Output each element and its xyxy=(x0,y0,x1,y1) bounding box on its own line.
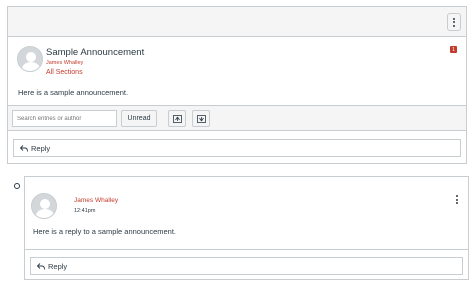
topic-header: Sample Announcement James Whalley All Se… xyxy=(8,37,466,105)
topic-toolbar xyxy=(8,7,466,37)
user-icon xyxy=(32,194,56,218)
entry-author-link[interactable]: James Whalley xyxy=(74,197,118,204)
collapse-threads-button[interactable] xyxy=(192,110,210,127)
entry-options-kebab-icon[interactable] xyxy=(456,195,458,204)
entry-avatar[interactable] xyxy=(31,193,57,219)
author-link[interactable]: James Whalley xyxy=(46,60,83,66)
expand-threads-button[interactable] xyxy=(168,110,186,127)
user-icon xyxy=(18,47,42,71)
page-title: Sample Announcement xyxy=(46,47,145,58)
topic-reply-button[interactable]: Reply xyxy=(13,139,461,157)
reply-label: Reply xyxy=(31,143,51,153)
thread-indicator-icon xyxy=(14,183,20,189)
entry-timestamp: 12:41pm xyxy=(74,208,96,214)
discussion-entry: James Whalley 12:41pm Here is a reply to… xyxy=(24,176,469,280)
reply-label: Reply xyxy=(48,261,68,271)
reply-icon xyxy=(20,144,28,152)
avatar[interactable] xyxy=(17,46,43,72)
expand-threads-icon xyxy=(172,114,182,123)
search-input[interactable] xyxy=(12,110,117,127)
unread-count-badge: 1 xyxy=(450,46,457,53)
entry-message: Here is a reply to a sample announcement… xyxy=(33,227,176,236)
announcement-card: Sample Announcement James Whalley All Se… xyxy=(7,6,467,164)
divider xyxy=(25,249,468,250)
sections-label: All Sections xyxy=(46,69,83,76)
collapse-threads-icon xyxy=(196,114,206,123)
entry-reply-button[interactable]: Reply xyxy=(30,257,463,275)
kebab-icon xyxy=(453,17,455,27)
announcement-message: Here is a sample announcement. xyxy=(18,88,129,97)
topic-options-button[interactable] xyxy=(447,13,461,31)
reply-icon xyxy=(37,262,45,270)
unread-filter-button[interactable]: Unread xyxy=(121,110,157,127)
discussion-filter-bar: Unread xyxy=(8,105,466,131)
